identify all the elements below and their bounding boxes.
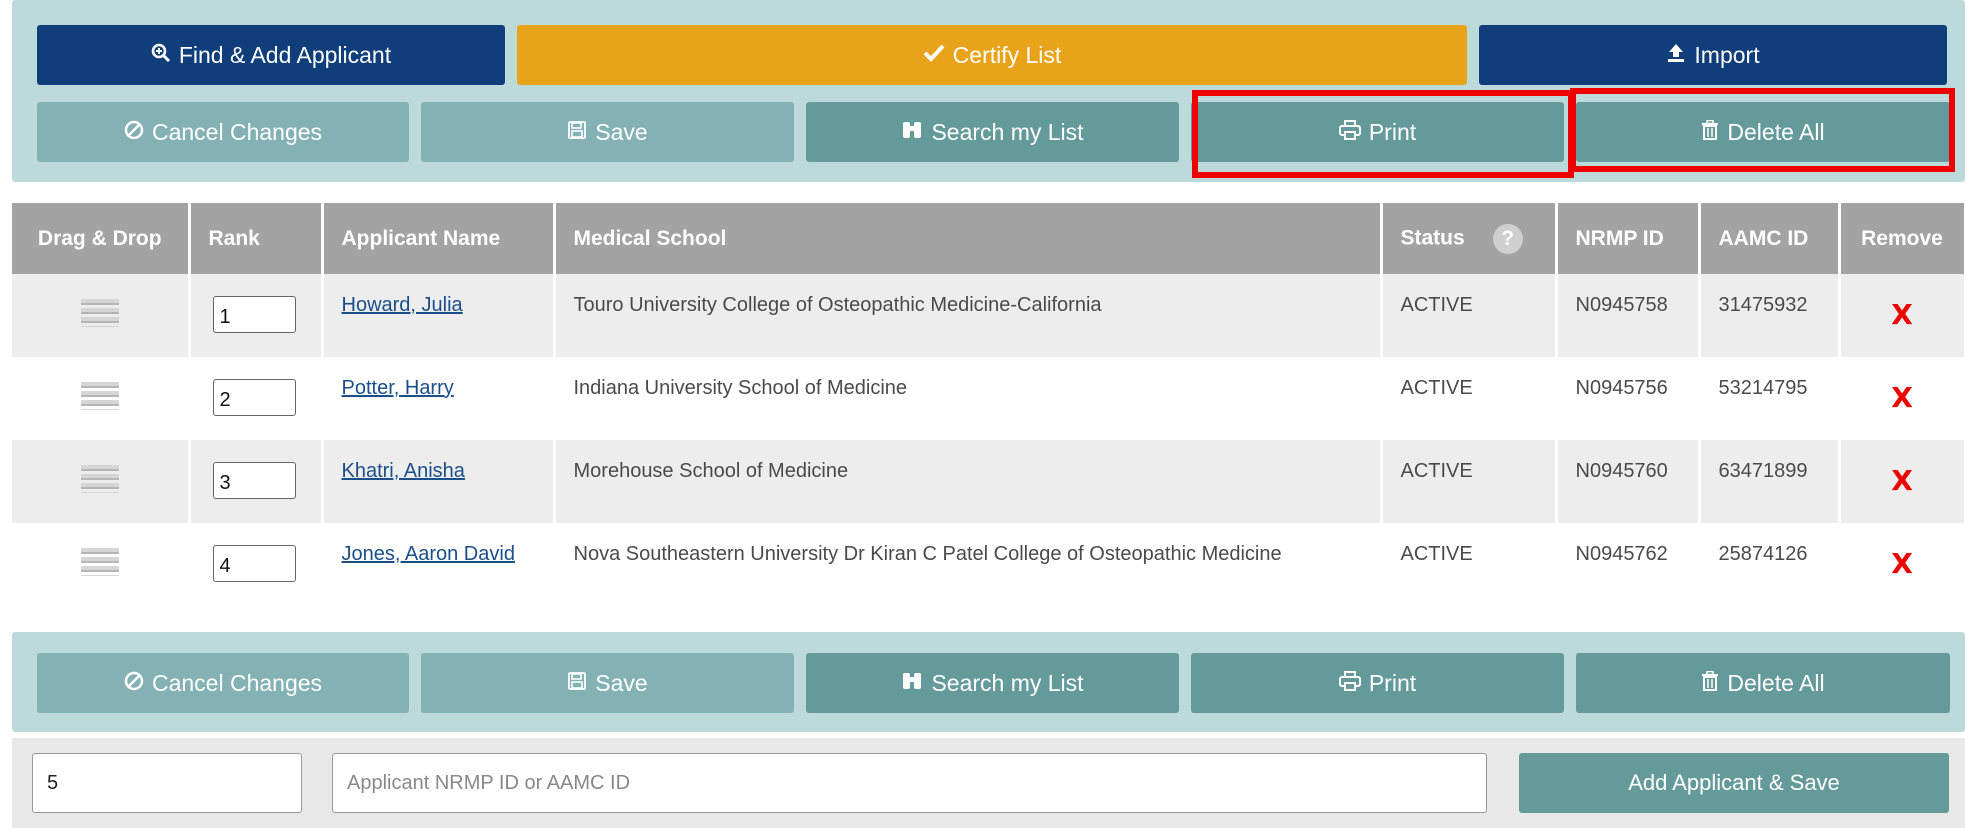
bottom-toolbar-panel: Cancel Changes Save Search my List Print… [12, 632, 1965, 732]
remove-applicant-button[interactable]: X [1891, 381, 1913, 414]
nrmp-id-cell: N0945762 [1556, 523, 1701, 606]
save-label: Save [595, 669, 648, 696]
applicant-name-link[interactable]: Jones, Aaron David [342, 543, 515, 565]
search-my-list-button[interactable]: Search my List [806, 102, 1179, 162]
remove-applicant-button[interactable]: X [1891, 547, 1913, 580]
remove-applicant-button[interactable]: X [1891, 298, 1913, 331]
aamc-id-cell: 31475932 [1699, 274, 1841, 357]
save-button[interactable]: Save [421, 102, 794, 162]
remove-applicant-button[interactable]: X [1891, 464, 1913, 497]
table-row: Potter, Harry Indiana University School … [12, 357, 1965, 440]
delete-all-label: Delete All [1727, 118, 1825, 145]
table-row: Howard, Julia Touro University College o… [12, 274, 1965, 357]
rank-input[interactable] [212, 296, 296, 333]
add-applicant-save-button[interactable]: Add Applicant & Save [1519, 753, 1949, 813]
column-header-nrmp: NRMP ID [1556, 203, 1701, 274]
import-label: Import [1694, 41, 1760, 68]
certify-list-label: Certify List [952, 41, 1062, 68]
rank-input[interactable] [212, 462, 296, 499]
column-header-aamc: AAMC ID [1699, 203, 1841, 274]
print-label: Print [1368, 118, 1417, 145]
status-cell: ACTIVE [1381, 440, 1558, 523]
drag-handle-icon[interactable] [80, 464, 119, 493]
nrmp-id-cell: N0945758 [1556, 274, 1701, 357]
top-toolbar-panel: Find & Add Applicant Certify List Import… [12, 0, 1965, 182]
printer-icon [1338, 120, 1361, 144]
applicant-name-link[interactable]: Potter, Harry [342, 377, 454, 399]
nrmp-id-cell: N0945756 [1556, 357, 1701, 440]
column-header-drag: Drag & Drop [12, 203, 191, 274]
add-applicant-save-label: Add Applicant & Save [1628, 770, 1840, 795]
drag-handle-icon[interactable] [80, 547, 119, 576]
trash-icon [1701, 119, 1719, 144]
print-button[interactable]: Print [1191, 102, 1564, 162]
ban-icon [124, 671, 144, 695]
cancel-changes-label: Cancel Changes [151, 118, 323, 145]
medical-school-cell: Nova Southeastern University Dr Kiran C … [554, 523, 1383, 606]
status-cell: ACTIVE [1381, 523, 1558, 606]
rank-input[interactable] [212, 545, 296, 582]
column-header-rank: Rank [189, 203, 324, 274]
printer-icon [1338, 671, 1361, 695]
floppy-disk-icon [567, 671, 587, 695]
print-button-bottom[interactable]: Print [1191, 653, 1564, 713]
certify-list-button[interactable]: Certify List [517, 25, 1467, 85]
floppy-disk-icon [567, 120, 587, 144]
search-my-list-button-bottom[interactable]: Search my List [806, 653, 1179, 713]
delete-all-button-bottom[interactable]: Delete All [1576, 653, 1950, 713]
rank-input[interactable] [212, 379, 296, 416]
checkmark-icon [923, 44, 945, 66]
status-cell: ACTIVE [1381, 274, 1558, 357]
applicant-id-input[interactable] [332, 753, 1487, 813]
nrmp-id-cell: N0945760 [1556, 440, 1701, 523]
medical-school-cell: Indiana University School of Medicine [554, 357, 1383, 440]
search-my-list-label: Search my List [931, 669, 1084, 696]
find-add-applicant-button[interactable]: Find & Add Applicant [37, 25, 505, 85]
ban-icon [124, 120, 144, 144]
medical-school-cell: Morehouse School of Medicine [554, 440, 1383, 523]
drag-handle-icon[interactable] [80, 381, 119, 410]
drag-handle-icon[interactable] [80, 298, 119, 327]
applicant-name-link[interactable]: Howard, Julia [342, 294, 463, 316]
zoom-in-icon [151, 43, 171, 67]
find-add-applicant-label: Find & Add Applicant [178, 41, 392, 68]
cancel-changes-button[interactable]: Cancel Changes [37, 102, 409, 162]
binoculars-icon [901, 671, 923, 695]
aamc-id-cell: 25874126 [1699, 523, 1841, 606]
new-rank-input[interactable] [32, 753, 302, 813]
aamc-id-cell: 63471899 [1699, 440, 1841, 523]
status-header-label: Status [1400, 226, 1465, 250]
save-label: Save [595, 118, 648, 145]
column-header-remove: Remove [1839, 203, 1965, 274]
question-circle-icon[interactable]: ? [1492, 223, 1523, 254]
column-header-name: Applicant Name [322, 203, 556, 274]
cancel-changes-button-bottom[interactable]: Cancel Changes [37, 653, 409, 713]
search-my-list-label: Search my List [931, 118, 1084, 145]
print-label: Print [1368, 669, 1417, 696]
add-applicant-bar: Add Applicant & Save [12, 738, 1965, 828]
column-header-status: Status? [1381, 203, 1558, 274]
applicant-name-link[interactable]: Khatri, Anisha [342, 460, 465, 482]
medical-school-cell: Touro University College of Osteopathic … [554, 274, 1383, 357]
column-header-school: Medical School [554, 203, 1383, 274]
delete-all-button[interactable]: Delete All [1576, 102, 1950, 162]
trash-icon [1701, 670, 1719, 695]
table-row: Jones, Aaron David Nova Southeastern Uni… [12, 523, 1965, 606]
aamc-id-cell: 53214795 [1699, 357, 1841, 440]
save-button-bottom[interactable]: Save [421, 653, 794, 713]
rank-list-table: Drag & Drop Rank Applicant Name Medical … [12, 203, 1965, 606]
import-button[interactable]: Import [1479, 25, 1947, 85]
cancel-changes-label: Cancel Changes [151, 669, 323, 696]
delete-all-label: Delete All [1727, 669, 1825, 696]
binoculars-icon [901, 120, 923, 144]
status-cell: ACTIVE [1381, 357, 1558, 440]
table-header-row: Drag & Drop Rank Applicant Name Medical … [12, 203, 1965, 274]
upload-icon [1666, 43, 1686, 67]
table-row: Khatri, Anisha Morehouse School of Medic… [12, 440, 1965, 523]
